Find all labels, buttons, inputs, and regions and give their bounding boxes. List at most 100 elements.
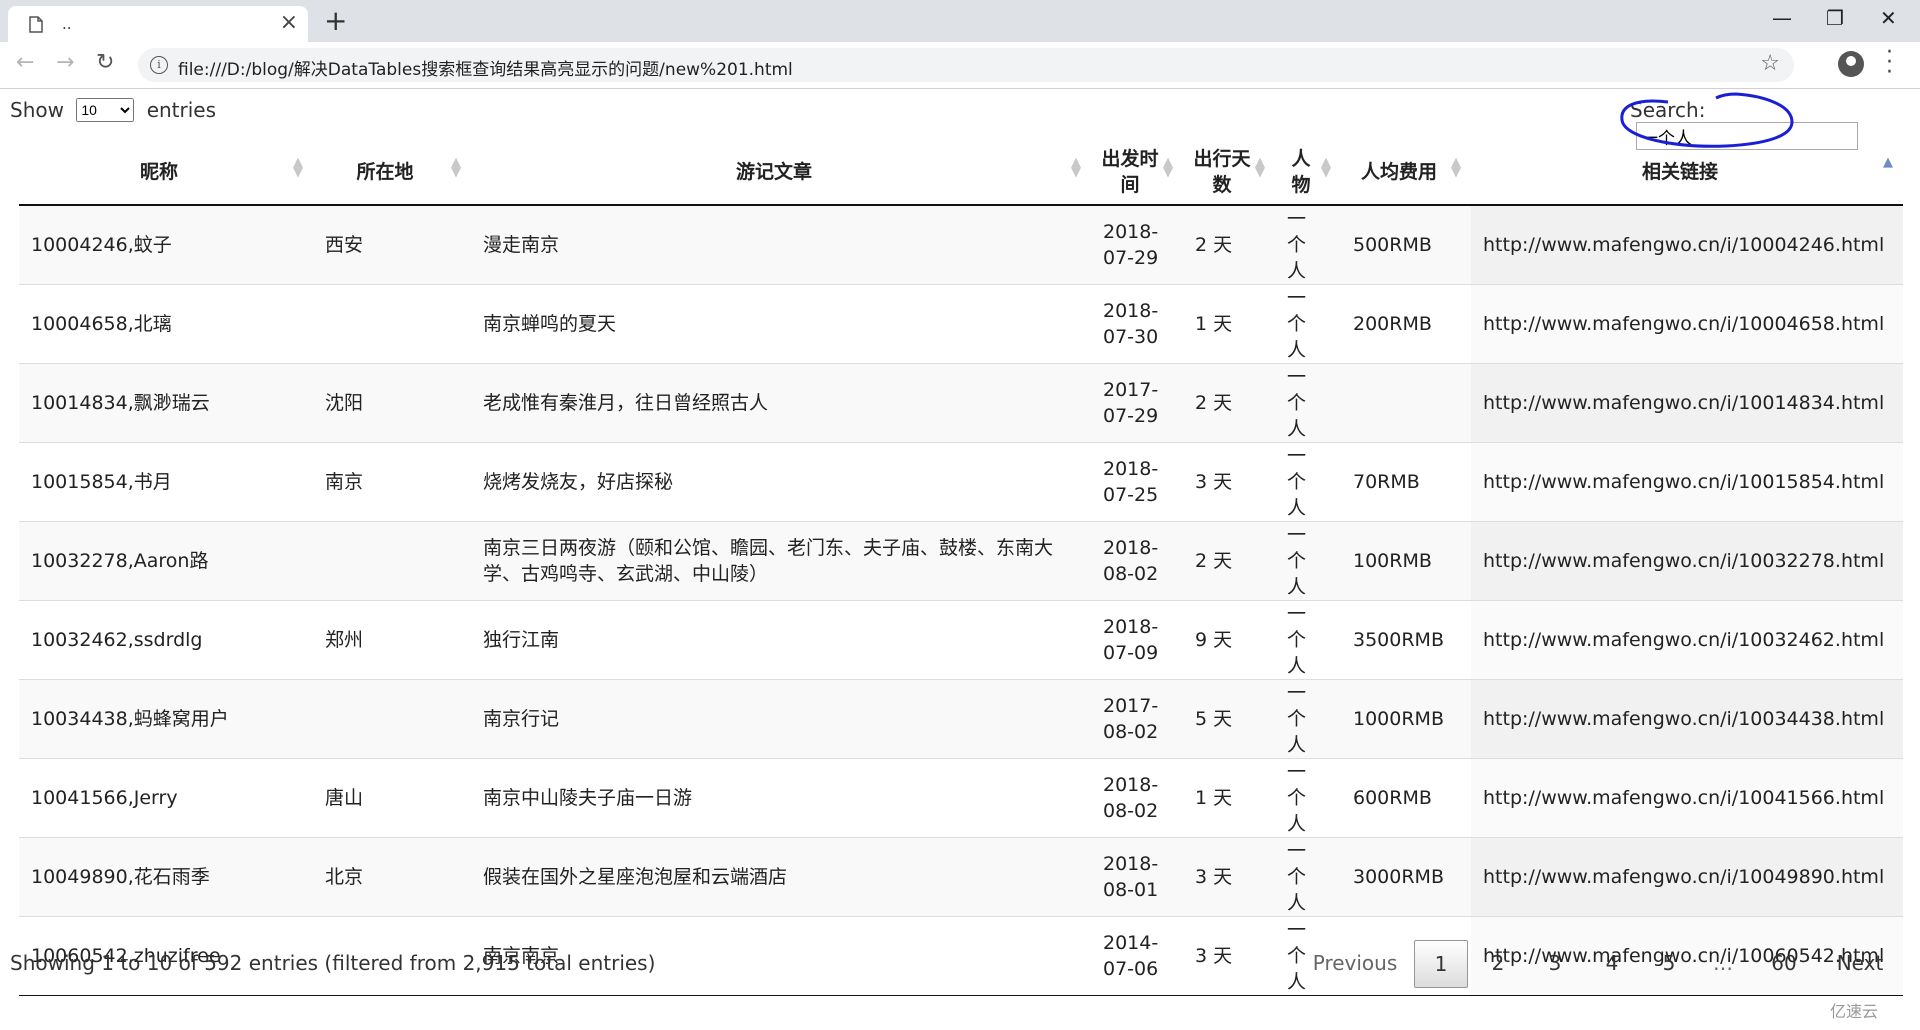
table-row: 10014834,飘渺瑞云 沈阳 老成惟有秦淮月，往日曾经照古人 2017-07-29…	[19, 363, 1903, 443]
cell-location-text: 南京	[325, 471, 364, 493]
cell-link-text: http://www.mafengwo.cn/i/10041566.html	[1483, 787, 1885, 809]
column-header-location[interactable]: 所在地 ▲ ▼	[313, 140, 471, 206]
cell-departure: 2018-07-29	[1091, 204, 1183, 285]
cell-departure-text: 2018-07-29	[1103, 221, 1159, 269]
previous-button[interactable]: Previous	[1300, 940, 1410, 986]
restore-icon[interactable]: ❐	[1826, 6, 1844, 30]
table-row: 10049890,花石雨季 北京 假装在国外之星座泡泡屋和云端酒店 2018-08-0…	[19, 837, 1903, 917]
table-row: 10032462,ssdrdlg 郑州 独行江南 2018-07-09 9 天 一个人 35…	[19, 600, 1903, 680]
page-button[interactable]: 2	[1472, 940, 1524, 986]
next-button[interactable]: Next	[1820, 940, 1900, 986]
sort-icon: ▲ ▼	[1071, 155, 1081, 180]
cell-days-text: 3 天	[1195, 866, 1233, 888]
cell-link[interactable]: http://www.mafengwo.cn/i/10049890.html	[1471, 837, 1903, 917]
cell-article: 南京行记	[471, 679, 1091, 759]
minimize-icon[interactable]: —	[1772, 6, 1792, 30]
cell-nickname: 10032462,ssdrdlg	[19, 600, 313, 680]
page-button[interactable]: 60	[1756, 940, 1812, 986]
sort-asc-icon: ▲	[1883, 155, 1893, 170]
cell-nickname: 10004246,蚊子	[19, 204, 313, 285]
tab-title: ..	[62, 15, 72, 33]
cell-link[interactable]: http://www.mafengwo.cn/i/10015854.html	[1471, 442, 1903, 522]
menu-icon[interactable]: · · ·	[1886, 42, 1893, 84]
forward-icon[interactable]: →	[56, 50, 74, 75]
cell-nickname-text: 10004246,蚊子	[31, 234, 172, 256]
page-button-current[interactable]: 1	[1414, 940, 1468, 988]
cell-location: 北京	[313, 837, 471, 917]
cell-link-text: http://www.mafengwo.cn/i/10014834.html	[1483, 392, 1885, 414]
cell-article-text: 老成惟有秦淮月，往日曾经照古人	[483, 392, 769, 414]
column-header-days[interactable]: 出行天数 ▲ ▼	[1183, 140, 1275, 206]
back-icon[interactable]: ←	[16, 50, 34, 75]
cell-nickname-text: 10041566,Jerry	[31, 787, 178, 809]
new-tab-icon[interactable]: +	[324, 4, 347, 37]
header-label: 相关链接	[1641, 161, 1718, 183]
page-button[interactable]: 5	[1643, 940, 1695, 986]
cell-days-text: 2 天	[1195, 392, 1233, 414]
cell-people: 一个人	[1275, 521, 1341, 601]
url-text[interactable]: file:///D:/blog/解决DataTables搜索框查询结果高亮显示的…	[178, 55, 793, 80]
column-header-nickname[interactable]: 昵称 ▲ ▼	[19, 140, 313, 206]
cell-departure-text: 2018-07-30	[1103, 300, 1159, 348]
column-header-departure[interactable]: 出发时间 ▲ ▼	[1091, 140, 1183, 206]
cell-location	[313, 521, 471, 601]
cell-nickname: 10015854,书月	[19, 442, 313, 522]
bookmark-star-icon[interactable]: ☆	[1760, 51, 1780, 76]
cell-article-text: 漫走南京	[483, 234, 560, 256]
search-label: Search:	[1630, 98, 1706, 122]
column-header-cost[interactable]: 人均费用 ▲ ▼	[1341, 140, 1471, 206]
cell-nickname: 10004658,北璃	[19, 284, 313, 364]
cell-days: 9 天	[1183, 600, 1275, 680]
header-label: 游记文章	[735, 161, 812, 183]
page-button[interactable]: 4	[1586, 940, 1638, 986]
cell-days: 1 天	[1183, 758, 1275, 838]
cell-link[interactable]: http://www.mafengwo.cn/i/10041566.html	[1471, 758, 1903, 838]
cell-link[interactable]: http://www.mafengwo.cn/i/10032462.html	[1471, 600, 1903, 680]
column-header-people[interactable]: 人物 ▲ ▼	[1275, 140, 1341, 206]
address-bar[interactable]: i file:///D:/blog/解决DataTables搜索框查询结果高亮显…	[138, 48, 1794, 82]
cell-article: 漫走南京	[471, 204, 1091, 285]
cell-link[interactable]: http://www.mafengwo.cn/i/10004658.html	[1471, 284, 1903, 364]
cell-nickname: 10049890,花石雨季	[19, 837, 313, 917]
cell-location-text: 沈阳	[325, 392, 364, 414]
sort-icon: ▲ ▼	[451, 155, 461, 180]
table-row: 10032278,Aaron路 南京三日两夜游（颐和公馆、瞻园、老门东、夫子庙、鼓…	[19, 521, 1903, 601]
cell-cost-text: 70RMB	[1353, 471, 1420, 493]
cell-people-text: 一个人	[1287, 445, 1307, 519]
cell-link[interactable]: http://www.mafengwo.cn/i/10032278.html	[1471, 521, 1903, 601]
cell-nickname-text: 10034438,蚂蜂窝用户	[31, 708, 229, 730]
cell-link[interactable]: http://www.mafengwo.cn/i/10004246.html	[1471, 204, 1903, 285]
cell-people: 一个人	[1275, 837, 1341, 917]
cell-link[interactable]: http://www.mafengwo.cn/i/10034438.html	[1471, 679, 1903, 759]
table-row: 10015854,书月 南京 烧烤发烧友，好店探秘 2018-07-25 3 天 一个人 7…	[19, 442, 1903, 522]
header-label: 出行天数	[1193, 148, 1251, 196]
window-close-icon[interactable]: ✕	[1880, 6, 1897, 30]
cell-departure: 2018-07-25	[1091, 442, 1183, 522]
cell-nickname-text: 10032462,ssdrdlg	[31, 629, 203, 651]
cell-people-text: 一个人	[1287, 287, 1307, 361]
entries-label: entries	[146, 98, 217, 122]
cell-departure-text: 2018-07-09	[1103, 616, 1159, 664]
page-length-select[interactable]: 10	[76, 98, 135, 122]
cell-link[interactable]: http://www.mafengwo.cn/i/10014834.html	[1471, 363, 1903, 443]
column-header-link[interactable]: 相关链接 ▲	[1471, 140, 1903, 206]
cell-people: 一个人	[1275, 363, 1341, 443]
header-label: 人均费用	[1360, 161, 1437, 183]
cell-nickname-text: 10004658,北璃	[31, 313, 172, 335]
show-label: Show	[10, 98, 64, 122]
cell-departure-text: 2017-08-02	[1103, 695, 1159, 743]
column-header-article[interactable]: 游记文章 ▲ ▼	[471, 140, 1091, 206]
table-body: 10004246,蚊子 西安 漫走南京 2018-07-29 2 天一个人 500RMB h…	[19, 204, 1903, 996]
account-icon[interactable]	[1838, 51, 1864, 77]
table-info: Showing 1 to 10 of 592 entries (filtered…	[10, 951, 656, 975]
reload-icon[interactable]: ↻	[96, 50, 114, 75]
cell-days: 2 天	[1183, 363, 1275, 443]
browser-tab[interactable]: .. ×	[8, 6, 308, 42]
page-button[interactable]: 3	[1529, 940, 1581, 986]
cell-days: 3 天	[1183, 916, 1275, 996]
info-icon[interactable]: i	[150, 56, 168, 74]
close-icon[interactable]: ×	[280, 10, 298, 35]
cell-departure: 2017-08-02	[1091, 679, 1183, 759]
cell-location: 西安	[313, 204, 471, 285]
cell-cost-text: 3500RMB	[1353, 629, 1444, 651]
